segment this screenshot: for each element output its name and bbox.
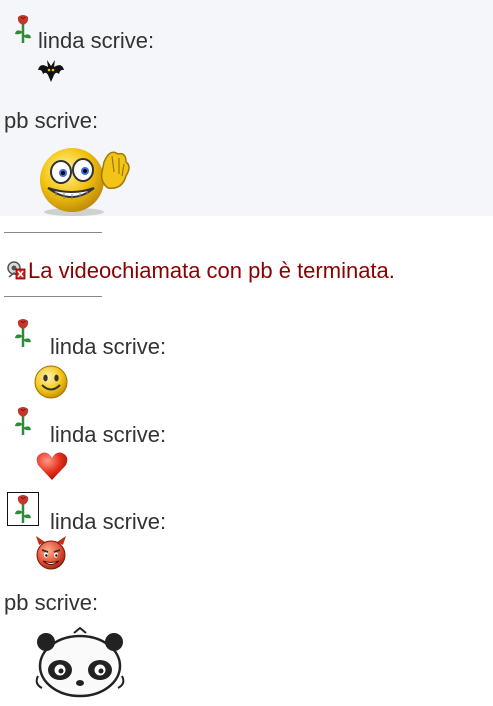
devil-icon: [36, 536, 66, 570]
video-call-ended-icon: [7, 261, 26, 280]
chat-history[interactable]: linda scrive: pb scrive: La videochiamat…: [0, 0, 493, 706]
sender-name: linda scrive:: [50, 334, 167, 359]
system-message-text: La videochiamata con pb è terminata.: [28, 258, 395, 283]
sender-name: pb scrive:: [4, 108, 99, 133]
bat-icon: [38, 60, 64, 82]
panda-icon: [35, 626, 125, 698]
smiley-icon: [34, 365, 68, 399]
rose-icon: [15, 319, 31, 347]
waving-smiley-icon: [40, 148, 130, 216]
sender-name: pb scrive:: [4, 590, 99, 615]
divider: [4, 296, 102, 297]
heart-icon: [36, 452, 68, 480]
rose-icon-selected[interactable]: [7, 492, 39, 526]
rose-icon: [15, 15, 31, 43]
sender-name: linda scrive:: [38, 28, 155, 53]
sender-name: linda scrive:: [50, 509, 167, 534]
rose-icon: [15, 407, 31, 435]
sender-name: linda scrive:: [50, 422, 167, 447]
divider: [4, 232, 102, 233]
system-message: La videochiamata con pb è terminata.: [6, 258, 395, 284]
